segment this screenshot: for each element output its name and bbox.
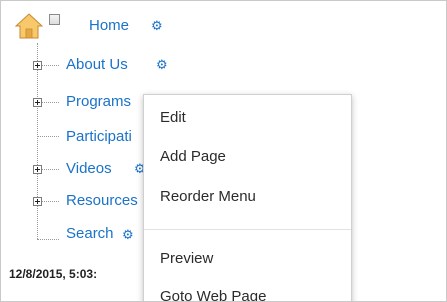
tree-item-resources[interactable]: Resources xyxy=(66,192,138,210)
menu-item-goto-web-page[interactable]: Goto Web Page xyxy=(160,288,266,301)
tree-connector xyxy=(37,136,59,137)
gear-icon[interactable]: ⚙ xyxy=(122,229,134,242)
tree-item-participation[interactable]: Participati xyxy=(66,128,132,146)
menu-divider xyxy=(144,229,351,230)
tree-item-programs[interactable]: Programs xyxy=(66,93,131,111)
home-icon[interactable] xyxy=(15,13,43,39)
menu-item-reorder-menu[interactable]: Reorder Menu xyxy=(160,188,256,205)
menu-item-add-page[interactable]: Add Page xyxy=(160,148,226,165)
tree-item-videos[interactable]: Videos xyxy=(66,160,112,178)
expand-toggle[interactable] xyxy=(33,61,42,70)
context-menu: Edit Add Page Reorder Menu Preview Goto … xyxy=(143,94,352,301)
tree-item-about-us[interactable]: About Us xyxy=(66,56,128,74)
tree-connector xyxy=(37,239,59,240)
expand-toggle[interactable] xyxy=(33,165,42,174)
home-checkbox[interactable] xyxy=(49,14,60,25)
tree-item-home[interactable]: Home xyxy=(89,17,129,35)
tree-item-search[interactable]: Search xyxy=(66,225,114,243)
tree-connector xyxy=(37,43,38,239)
menu-item-edit[interactable]: Edit xyxy=(160,109,186,126)
site-tree-panel: Home ⚙ About Us ⚙ Programs Participati V… xyxy=(0,0,447,302)
expand-toggle[interactable] xyxy=(33,98,42,107)
gear-icon[interactable]: ⚙ xyxy=(151,20,163,33)
timestamp-label: 12/8/2015, 5:03: xyxy=(9,267,98,281)
expand-toggle[interactable] xyxy=(33,197,42,206)
gear-icon[interactable]: ⚙ xyxy=(156,59,168,72)
menu-item-preview[interactable]: Preview xyxy=(160,250,213,267)
